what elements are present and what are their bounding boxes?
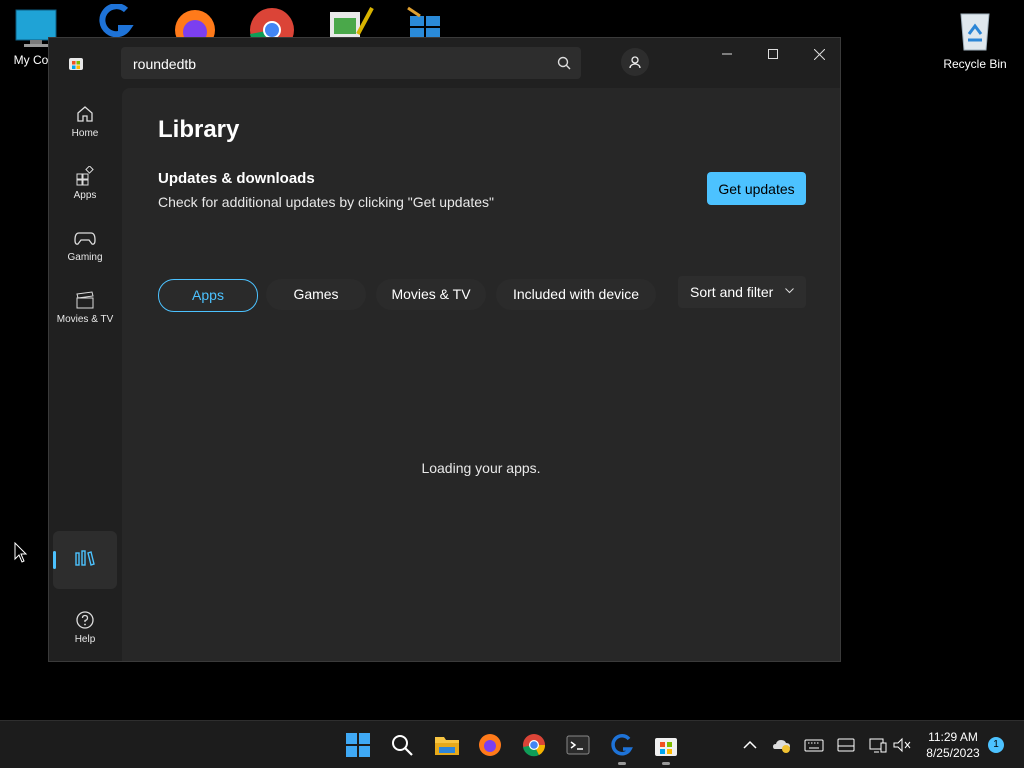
chevron-down-icon	[785, 288, 794, 294]
page-title: Library	[158, 116, 240, 143]
search-icon[interactable]	[557, 56, 571, 70]
minimize-icon	[722, 53, 732, 55]
chevron-up-icon[interactable]	[740, 735, 760, 755]
recycle-bin-icon	[960, 13, 990, 51]
taskbar: 11:29 AM 8/25/2023 1	[0, 720, 1024, 768]
network-icon[interactable]	[868, 735, 888, 755]
clock-date: 8/25/2023	[926, 746, 980, 760]
help-icon	[76, 611, 94, 629]
taskbar-file-explorer[interactable]	[430, 729, 462, 761]
side-nav: Home Apps Gaming Movies & TV Help	[49, 88, 121, 661]
windows-tool-icon	[407, 6, 440, 38]
chrome-icon	[523, 734, 546, 757]
clapperboard-icon	[76, 291, 94, 309]
tab-apps[interactable]: Apps	[158, 279, 258, 312]
display-icon[interactable]	[836, 735, 856, 755]
notepad-icon	[330, 7, 374, 38]
nav-item-apps[interactable]: Apps	[53, 158, 117, 214]
terminal-icon	[566, 735, 590, 755]
onedrive-icon[interactable]	[772, 735, 792, 755]
g-logo-icon	[99, 3, 134, 38]
nav-item-label: Movies & TV	[56, 314, 114, 325]
tab-games[interactable]: Games	[266, 279, 366, 310]
loading-message: Loading your apps.	[421, 460, 541, 476]
maximize-button[interactable]	[750, 38, 796, 72]
windows-start-icon	[346, 733, 370, 757]
updates-title: Updates & downloads	[158, 170, 315, 187]
nav-item-gaming[interactable]: Gaming	[53, 220, 117, 276]
selection-indicator	[53, 551, 56, 569]
desktop-icon-label: Recycle Bin	[943, 57, 1007, 71]
nav-item-library[interactable]	[53, 531, 117, 589]
start-button[interactable]	[342, 729, 374, 761]
nav-item-movies-tv[interactable]: Movies & TV	[53, 282, 117, 338]
close-button[interactable]	[796, 38, 842, 72]
running-indicator	[618, 762, 626, 765]
system-clock[interactable]: 11:29 AM 8/25/2023	[920, 729, 986, 761]
desktop-icon-recycle-bin[interactable]: Recycle Bin	[940, 8, 1010, 71]
nav-item-label: Apps	[73, 190, 97, 201]
nav-item-home[interactable]: Home	[53, 96, 117, 152]
running-indicator	[662, 762, 670, 765]
clock-time: 11:29 AM	[928, 730, 978, 744]
taskbar-firefox[interactable]	[474, 729, 506, 761]
title-bar[interactable]	[49, 38, 840, 88]
store-logo-icon	[69, 58, 83, 70]
library-icon	[75, 550, 95, 566]
keyboard-icon[interactable]	[804, 735, 824, 755]
nav-item-label: Gaming	[67, 252, 103, 263]
search-input[interactable]	[131, 47, 545, 81]
apps-icon	[76, 166, 94, 186]
updates-description: Check for additional updates by clicking…	[158, 194, 495, 210]
library-content: Library Updates & downloads Check for ad…	[122, 88, 840, 661]
account-icon	[629, 56, 641, 69]
sort-filter-label: Sort and filter	[690, 284, 774, 300]
home-icon	[77, 106, 93, 122]
get-updates-button[interactable]: Get updates	[707, 172, 806, 205]
tab-movies-tv[interactable]: Movies & TV	[376, 279, 486, 310]
nav-item-label: Home	[71, 128, 99, 139]
store-icon	[655, 738, 677, 756]
search-box[interactable]	[121, 47, 581, 81]
maximize-icon	[768, 49, 778, 59]
store-window: Home Apps Gaming Movies & TV Help Librar…	[48, 37, 841, 662]
search-icon	[392, 735, 413, 756]
firefox-icon	[479, 734, 501, 756]
nav-item-help[interactable]: Help	[53, 602, 117, 658]
taskbar-chrome[interactable]	[518, 729, 550, 761]
notification-badge[interactable]: 1	[988, 737, 1004, 753]
volume-muted-icon[interactable]	[892, 735, 912, 755]
firefox-icon	[175, 10, 215, 50]
account-button[interactable]	[621, 48, 649, 76]
mouse-cursor-icon	[14, 542, 28, 563]
taskbar-search-button[interactable]	[386, 729, 418, 761]
taskbar-microsoft-store[interactable]	[650, 729, 682, 765]
taskbar-terminal[interactable]	[562, 729, 594, 761]
gamepad-icon	[74, 232, 96, 245]
tab-included-with-device[interactable]: Included with device	[496, 279, 656, 310]
minimize-button[interactable]	[704, 38, 750, 72]
close-icon	[814, 49, 825, 60]
g-logo-icon	[611, 734, 633, 756]
folder-icon	[435, 737, 459, 755]
taskbar-g-app[interactable]	[606, 729, 638, 765]
nav-item-label: Help	[74, 634, 96, 645]
chrome-icon	[250, 8, 294, 53]
sort-and-filter-button[interactable]: Sort and filter	[678, 276, 806, 308]
